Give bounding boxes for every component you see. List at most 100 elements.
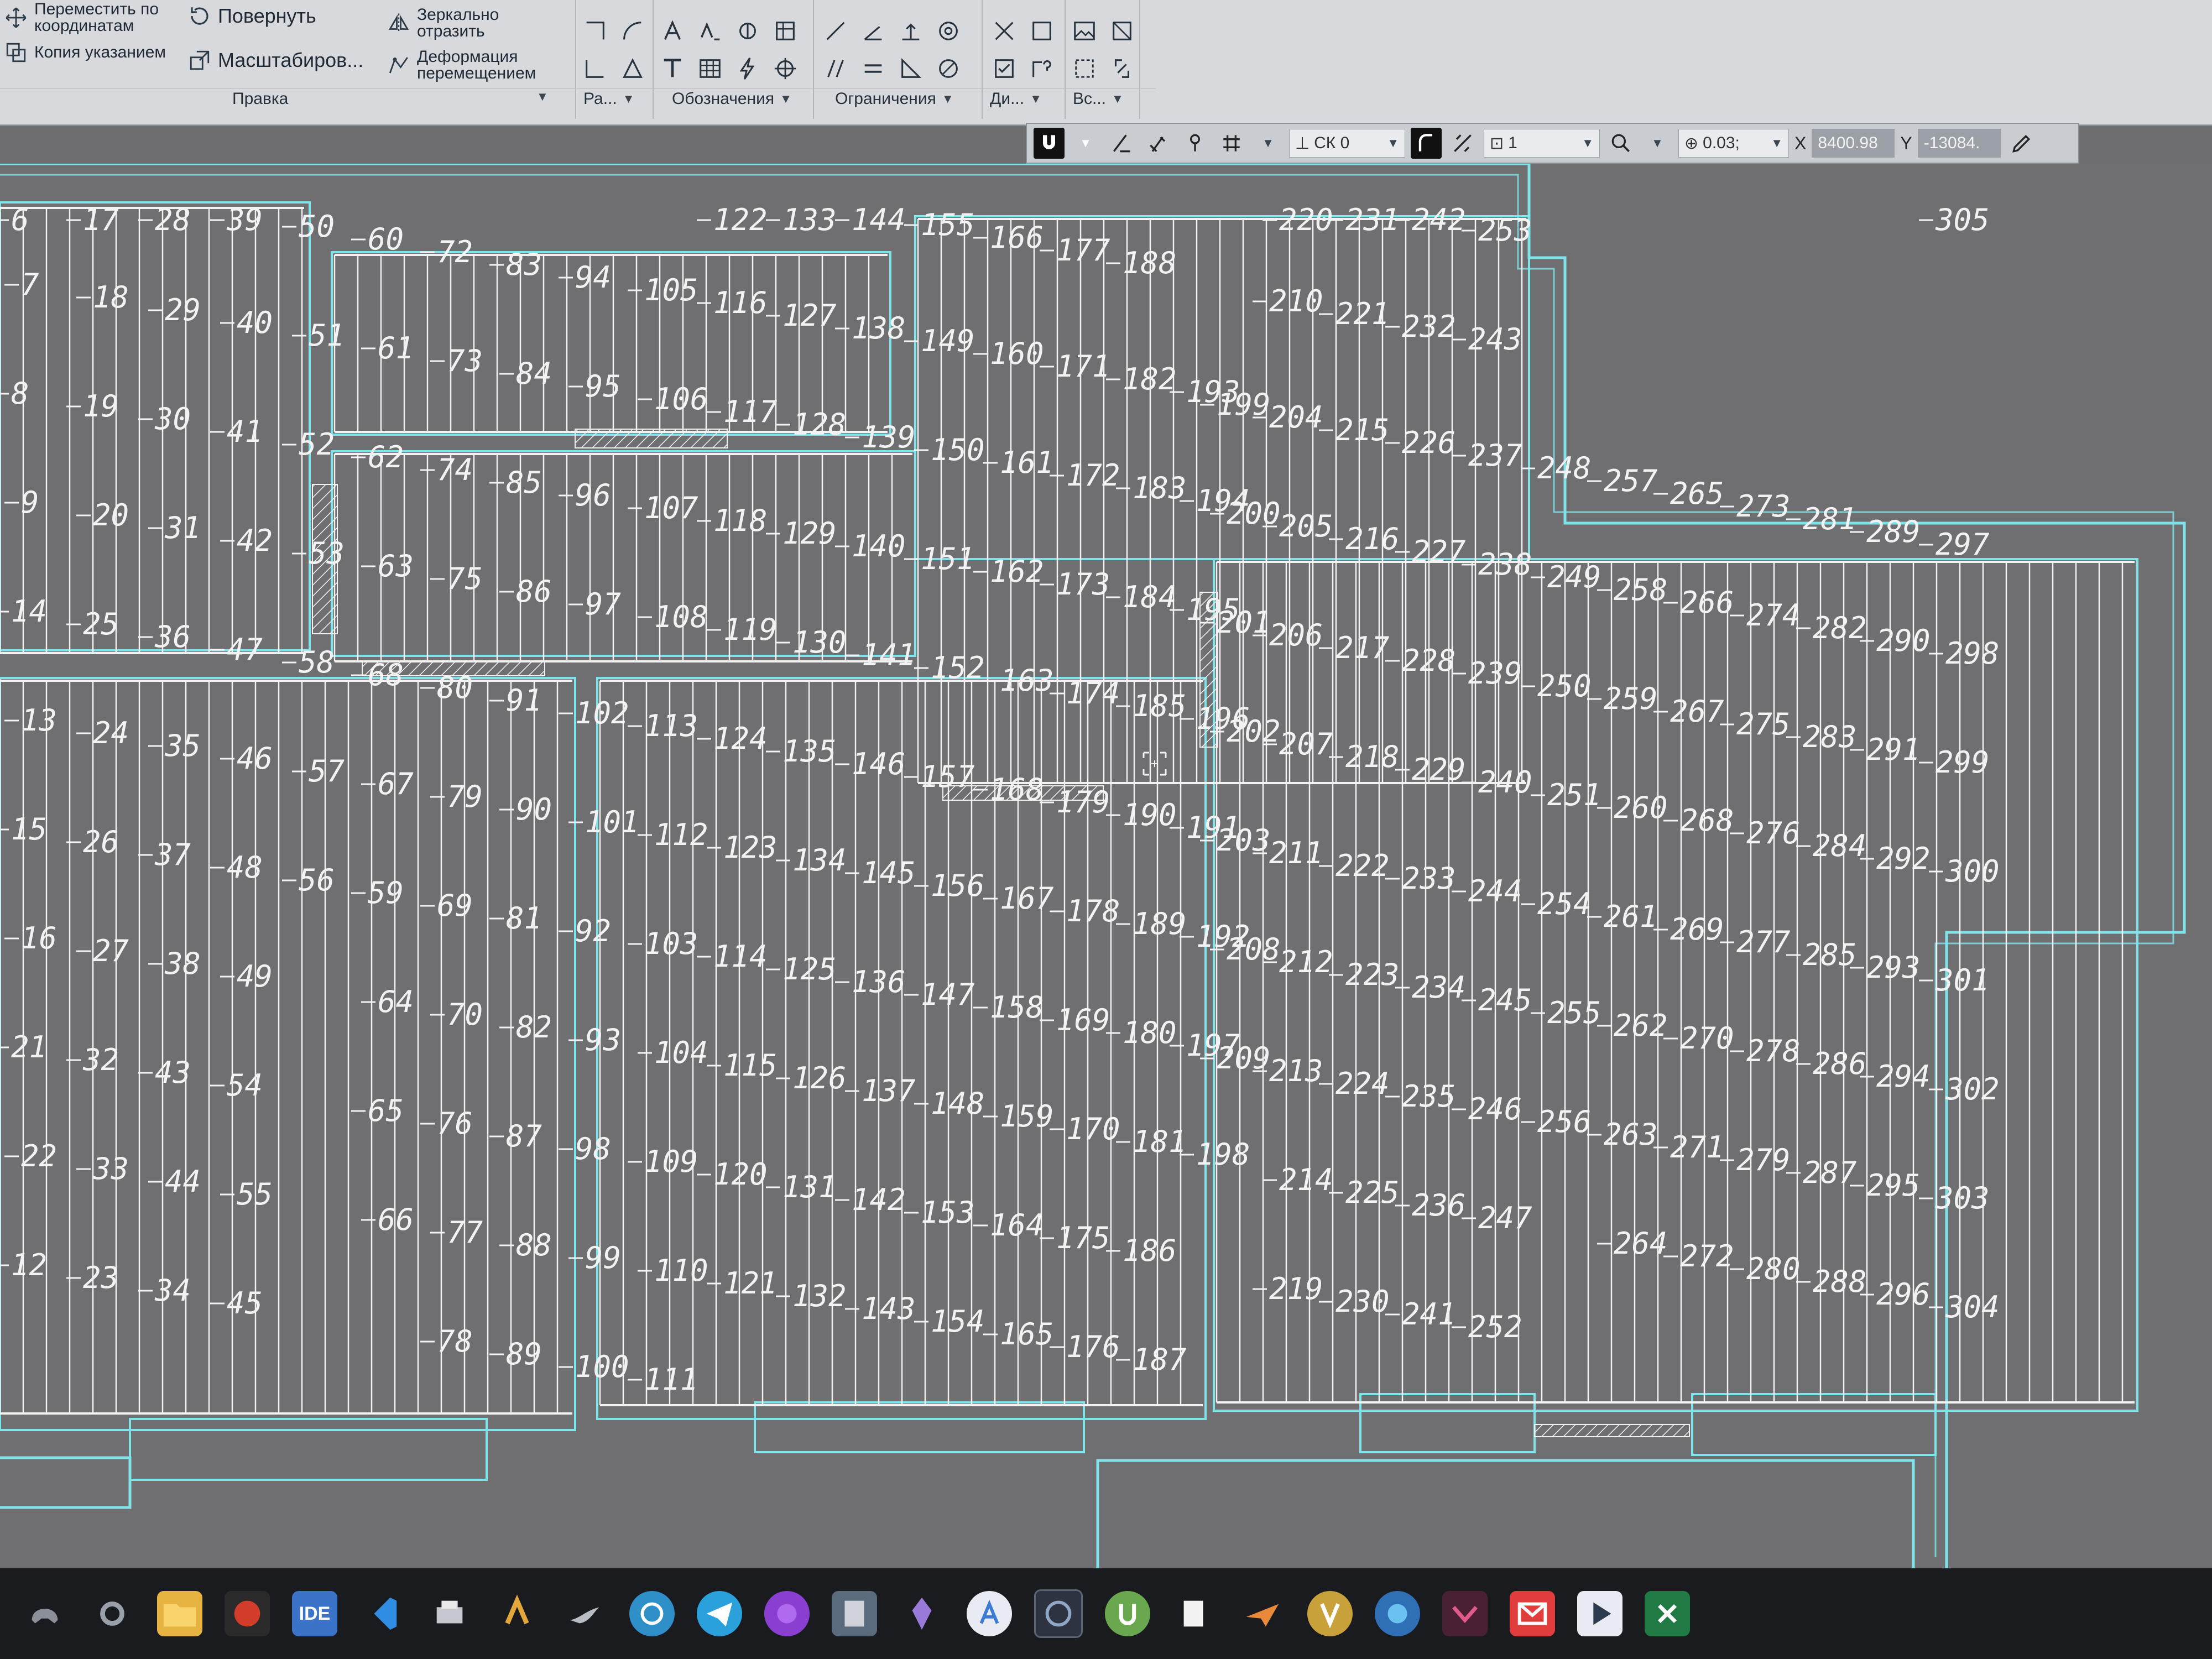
player-app-icon[interactable] (1577, 1591, 1623, 1636)
mirror-button[interactable]: Зеркально отразить (387, 7, 564, 40)
telegram-app-icon[interactable] (697, 1591, 742, 1636)
crystal-app-icon[interactable] (899, 1591, 945, 1636)
browser-app-icon[interactable] (629, 1591, 675, 1636)
coordinate-system-select[interactable]: ⊥ СК 0 ▼ (1289, 129, 1405, 158)
copy-by-pointer-button[interactable]: Копия указанием (4, 41, 181, 64)
diagnose-tool-button[interactable] (990, 17, 1019, 45)
board-number: 153 (921, 1195, 975, 1230)
text-t-tool-button[interactable] (658, 54, 687, 83)
layer-select[interactable]: ⊡ 1 ▼ (1484, 129, 1600, 158)
insert-fragment-button[interactable] (1070, 54, 1099, 83)
settings-app-icon[interactable] (90, 1591, 135, 1636)
dimension-tool-button[interactable] (581, 17, 609, 45)
printer-app-icon[interactable] (427, 1591, 472, 1636)
snap-dropdown-button[interactable]: ▼ (1070, 128, 1101, 159)
pen-input-button[interactable] (2006, 128, 2037, 159)
triangle-tool-button[interactable] (618, 54, 647, 83)
board-number: 184 (1123, 580, 1177, 614)
board-number: 242 (1412, 202, 1466, 237)
board-number: 94 (575, 260, 611, 295)
cad-app-icon[interactable] (1034, 1589, 1083, 1638)
vscode-app-icon[interactable] (359, 1591, 405, 1636)
draw-app-icon[interactable] (494, 1591, 540, 1636)
copy-icon (4, 41, 28, 64)
snap-magnet-button[interactable] (1034, 128, 1065, 159)
move-by-coordinates-button[interactable]: Переместить по координатам (4, 1, 181, 34)
table-small-tool-button[interactable] (771, 17, 800, 45)
network-app-icon[interactable] (1375, 1591, 1420, 1636)
group-constraints-label[interactable]: Ограничения ▼ (835, 90, 954, 108)
folder-app-icon[interactable] (157, 1591, 202, 1636)
frame-tool-button[interactable] (1027, 17, 1056, 45)
group-edit-expand[interactable]: ▼ (536, 90, 549, 104)
line-constraint-button[interactable] (821, 17, 850, 45)
insert-object-button[interactable] (1108, 17, 1136, 45)
diag-help-button[interactable] (1027, 54, 1056, 83)
board-number: 109 (644, 1144, 698, 1179)
leader-text-tool-button[interactable] (696, 17, 724, 45)
scale-button[interactable]: Масштабиров... (188, 49, 363, 72)
board-number: 105 (644, 273, 698, 307)
group-annotations-label[interactable]: Обозначения ▼ (672, 90, 792, 108)
grid-button[interactable] (1216, 128, 1247, 159)
board-number: 190 (1123, 797, 1177, 832)
perpendicular-constraint-button[interactable] (896, 54, 925, 83)
angle-tool-button[interactable] (581, 54, 609, 83)
y-coordinate-field[interactable]: -13084. (1917, 129, 2001, 158)
zoom-window-button[interactable] (1605, 128, 1636, 159)
circle-constraint-button[interactable] (934, 17, 963, 45)
grid-dropdown-button[interactable]: ▼ (1253, 128, 1284, 159)
group-insert-label[interactable]: Вс... ▼ (1073, 90, 1124, 108)
mark-tool-button[interactable] (733, 17, 762, 45)
parallel-constraint-button[interactable] (821, 54, 850, 83)
angle-constraint-button[interactable] (859, 17, 888, 45)
arc-tool-button[interactable] (618, 17, 647, 45)
group-diagnostics-label[interactable]: Ди... ▼ (990, 90, 1042, 108)
board-number: 146 (852, 747, 906, 781)
torrent-app-icon[interactable] (1105, 1591, 1150, 1636)
rotate-button[interactable]: Повернуть (188, 4, 316, 28)
board-number: 92 (575, 914, 611, 948)
group-edit-label[interactable]: Правка (232, 90, 288, 108)
board-number: 247 (1478, 1201, 1532, 1235)
parametric-mode-button[interactable] (1447, 128, 1478, 159)
bird-app-icon[interactable] (562, 1591, 607, 1636)
excel-app-icon[interactable] (1645, 1591, 1690, 1636)
zoom-dropdown-button[interactable]: ▼ (1642, 128, 1673, 159)
floor-plan-drawing[interactable]: 6789141315162122121718192025242627323323… (0, 164, 2212, 1568)
cards-app-icon[interactable] (1172, 1591, 1218, 1636)
mail-app-icon[interactable] (1510, 1591, 1555, 1636)
group-parameters-label[interactable]: Ра... ▼ (583, 90, 634, 108)
round-corner-button[interactable] (1411, 128, 1442, 159)
local-snap-button[interactable] (1143, 128, 1174, 159)
tangent-constraint-button[interactable] (934, 54, 963, 83)
text-a-tool-button[interactable] (658, 17, 687, 45)
board-number: 16 (21, 921, 57, 956)
lightning-tool-button[interactable] (733, 54, 762, 83)
ide-app-icon[interactable]: IDE (292, 1591, 337, 1636)
board-number: 158 (990, 990, 1044, 1025)
snap-by-object-button[interactable] (1180, 128, 1211, 159)
vector-app-icon[interactable] (1307, 1591, 1353, 1636)
diag-check-button[interactable] (990, 54, 1019, 83)
gamepad-app-icon[interactable] (22, 1591, 67, 1636)
deform-button[interactable]: Деформация перемещением (387, 49, 575, 82)
table-tool-button[interactable] (696, 54, 724, 83)
insert-image-button[interactable] (1070, 17, 1099, 45)
calculator-app-icon[interactable] (832, 1591, 877, 1636)
plane-app-icon[interactable] (1240, 1591, 1285, 1636)
equal-constraint-button[interactable] (859, 54, 888, 83)
x-coordinate-field[interactable]: 8400.98 (1812, 129, 1895, 158)
ortho-button[interactable] (1107, 128, 1138, 159)
center-mark-tool-button[interactable] (771, 54, 800, 83)
board-number: 266 (1680, 585, 1734, 620)
media-app-icon[interactable] (764, 1591, 810, 1636)
git-app-icon[interactable] (225, 1591, 270, 1636)
check-app-icon[interactable] (1442, 1591, 1488, 1636)
fix-constraint-button[interactable] (896, 17, 925, 45)
zoom-scale-select[interactable]: ⊕ 0.03; ▼ (1678, 129, 1789, 158)
app-store-icon[interactable] (967, 1591, 1012, 1636)
insert-link-button[interactable] (1108, 54, 1136, 83)
board-number: 119 (723, 612, 778, 647)
drawing-canvas[interactable]: 6 7 8 9 14 13 15 16 21 22 12 17 18 19 20 25 24 26 27 32 33 23… (0, 164, 2212, 1568)
